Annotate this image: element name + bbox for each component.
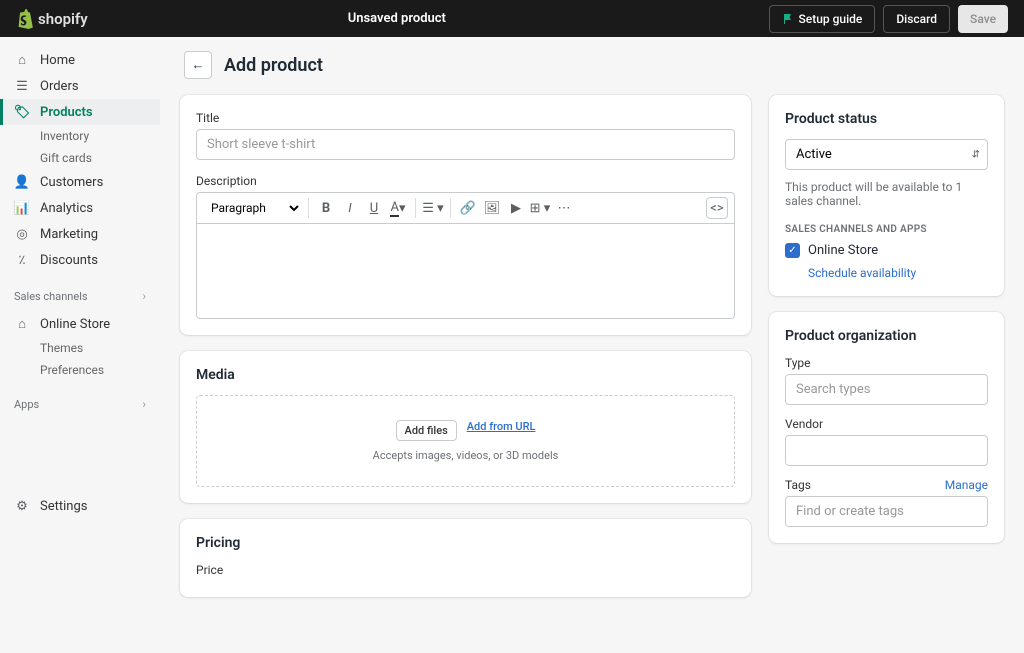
code-view-button[interactable]: <>: [706, 197, 728, 219]
video-button[interactable]: ▶: [505, 197, 527, 219]
logo[interactable]: shopify: [16, 9, 88, 29]
apps-heading[interactable]: Apps›: [0, 389, 160, 419]
add-files-button[interactable]: Add files: [396, 420, 457, 441]
nav-preferences[interactable]: Preferences: [0, 359, 160, 381]
media-hint: Accepts images, videos, or 3D models: [221, 449, 710, 462]
nav-themes[interactable]: Themes: [0, 337, 160, 359]
main-content: ← Add product Title Description Paragrap…: [160, 37, 1024, 653]
status-select[interactable]: Active: [785, 139, 988, 170]
target-icon: ◎: [14, 226, 30, 242]
logo-text: shopify: [38, 10, 88, 28]
description-label: Description: [196, 174, 735, 188]
status-hint: This product will be available to 1 sale…: [785, 180, 988, 208]
tag-icon: 🏷: [14, 104, 30, 120]
online-store-label: Online Store: [808, 243, 878, 258]
nav-gift-cards[interactable]: Gift cards: [0, 147, 160, 169]
shopify-bag-icon: [16, 9, 34, 29]
more-button[interactable]: ⋯: [553, 197, 575, 219]
type-label: Type: [785, 356, 988, 370]
text-color-button[interactable]: A ▾: [387, 197, 409, 219]
nav-discounts[interactable]: ٪Discounts: [0, 247, 160, 273]
underline-button[interactable]: U: [363, 197, 385, 219]
nav-inventory[interactable]: Inventory: [0, 125, 160, 147]
nav-products[interactable]: 🏷Products: [0, 99, 160, 125]
bold-button[interactable]: B: [315, 197, 337, 219]
orders-icon: ☰: [14, 78, 30, 94]
chart-icon: 📊: [14, 200, 30, 216]
gear-icon: ⚙: [14, 498, 30, 514]
schedule-availability-link[interactable]: Schedule availability: [808, 266, 988, 280]
percent-icon: ٪: [14, 252, 30, 268]
add-from-url-button[interactable]: Add from URL: [467, 420, 536, 441]
user-icon: 👤: [14, 174, 30, 190]
paragraph-select[interactable]: Paragraph: [203, 198, 302, 218]
title-label: Title: [196, 111, 735, 125]
price-label: Price: [196, 563, 735, 577]
media-heading: Media: [196, 367, 735, 383]
chevron-right-icon: ›: [142, 397, 146, 411]
product-status-card: Product status Active ⇵ This product wil…: [769, 95, 1004, 296]
title-description-card: Title Description Paragraph B I U A ▾ ☰ …: [180, 95, 751, 335]
nav-home[interactable]: ⌂Home: [0, 47, 160, 73]
nav-settings[interactable]: ⚙Settings: [0, 493, 160, 519]
flag-icon: [782, 13, 794, 25]
online-store-checkbox[interactable]: ✓: [785, 243, 800, 258]
arrow-left-icon: ←: [192, 57, 205, 73]
sales-channels-heading[interactable]: Sales channels›: [0, 281, 160, 311]
table-button[interactable]: ⊞ ▾: [529, 197, 551, 219]
nav-orders[interactable]: ☰Orders: [0, 73, 160, 99]
back-button[interactable]: ←: [184, 51, 212, 79]
link-button[interactable]: 🔗: [457, 197, 479, 219]
home-icon: ⌂: [14, 52, 30, 68]
align-button[interactable]: ☰ ▾: [422, 197, 444, 219]
tags-label: Tags: [785, 478, 811, 492]
topbar: shopify Unsaved product Setup guide Disc…: [0, 0, 1024, 37]
product-organization-card: Product organization Type Vendor Tags Ma…: [769, 312, 1004, 543]
save-button[interactable]: Save: [958, 5, 1008, 33]
tags-input[interactable]: [785, 496, 988, 527]
discard-button[interactable]: Discard: [883, 5, 950, 33]
image-button[interactable]: 🖼: [481, 197, 503, 219]
topbar-actions: Setup guide Discard Save: [769, 5, 1008, 33]
nav-analytics[interactable]: 📊Analytics: [0, 195, 160, 221]
media-dropzone[interactable]: Add files Add from URL Accepts images, v…: [196, 395, 735, 487]
unsaved-product-label: Unsaved product: [88, 11, 769, 26]
channels-subheading: SALES CHANNELS AND APPS: [785, 224, 988, 235]
rte-toolbar: Paragraph B I U A ▾ ☰ ▾ 🔗 🖼 ▶ ⊞ ▾ ⋯: [196, 192, 735, 224]
nav-online-store[interactable]: ⌂Online Store: [0, 311, 160, 337]
vendor-label: Vendor: [785, 417, 988, 431]
page-title: Add product: [224, 55, 323, 76]
store-icon: ⌂: [14, 316, 30, 332]
pricing-card: Pricing Price: [180, 519, 751, 597]
online-store-checkbox-row: ✓ Online Store: [785, 243, 988, 258]
description-editor[interactable]: [196, 224, 735, 319]
type-input[interactable]: [785, 374, 988, 405]
title-input[interactable]: [196, 129, 735, 160]
chevron-right-icon: ›: [142, 289, 146, 303]
vendor-input[interactable]: [785, 435, 988, 466]
nav-customers[interactable]: 👤Customers: [0, 169, 160, 195]
nav-marketing[interactable]: ◎Marketing: [0, 221, 160, 247]
status-heading: Product status: [785, 111, 988, 127]
page-header: ← Add product: [180, 51, 1004, 79]
pricing-heading: Pricing: [196, 535, 735, 551]
setup-guide-button[interactable]: Setup guide: [769, 5, 876, 33]
sidebar: ⌂Home ☰Orders 🏷Products Inventory Gift c…: [0, 37, 160, 653]
italic-button[interactable]: I: [339, 197, 361, 219]
manage-tags-link[interactable]: Manage: [945, 478, 988, 492]
media-card: Media Add files Add from URL Accepts ima…: [180, 351, 751, 503]
org-heading: Product organization: [785, 328, 988, 344]
